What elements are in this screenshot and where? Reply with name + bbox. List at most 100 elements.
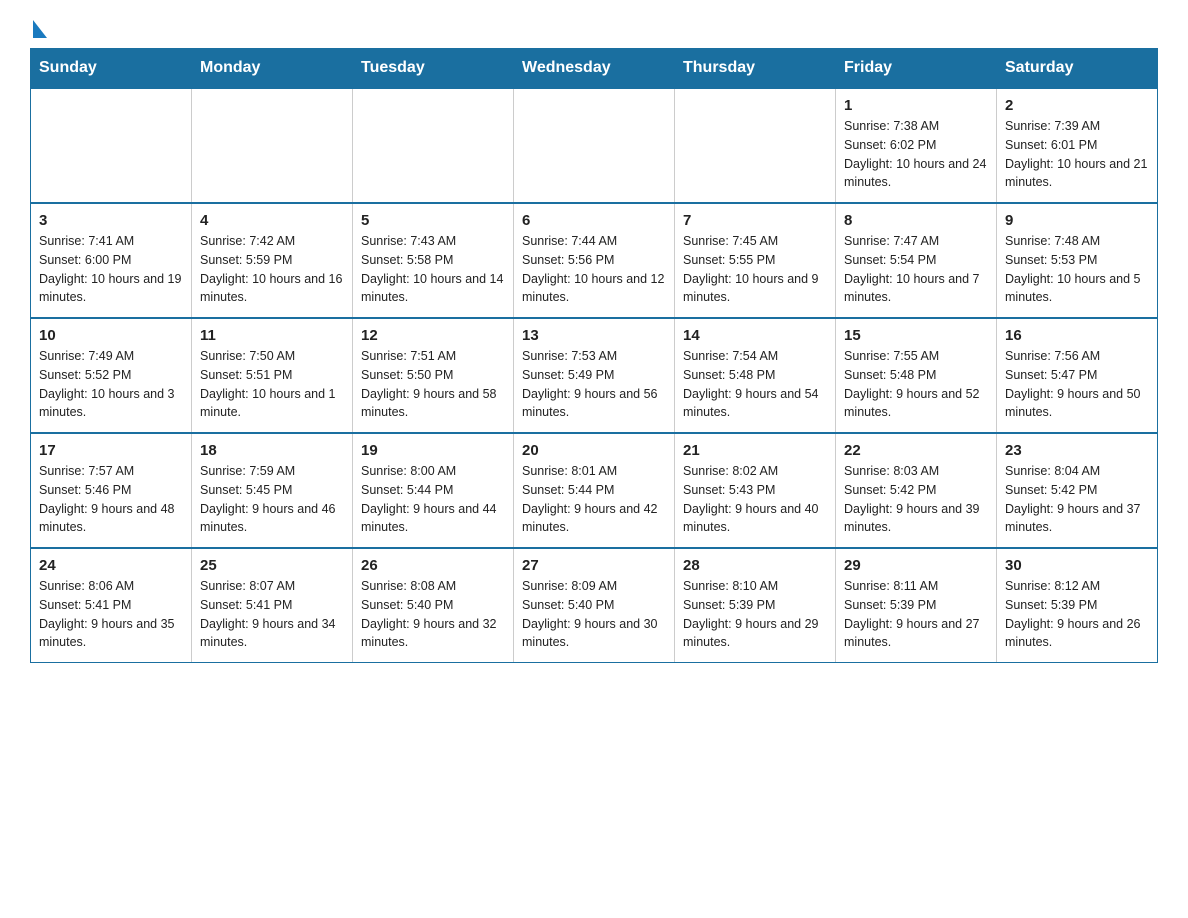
day-info: Sunrise: 7:57 AM Sunset: 5:46 PM Dayligh…	[39, 462, 183, 537]
day-number: 21	[683, 442, 827, 459]
day-info: Sunrise: 7:42 AM Sunset: 5:59 PM Dayligh…	[200, 232, 344, 307]
day-info: Sunrise: 7:59 AM Sunset: 5:45 PM Dayligh…	[200, 462, 344, 537]
calendar-header-saturday: Saturday	[997, 49, 1158, 89]
calendar-cell: 22 Sunrise: 8:03 AM Sunset: 5:42 PM Dayli…	[836, 433, 997, 548]
day-info: Sunrise: 7:47 AM Sunset: 5:54 PM Dayligh…	[844, 232, 988, 307]
day-number: 6	[522, 212, 666, 229]
day-info: Sunrise: 7:56 AM Sunset: 5:47 PM Dayligh…	[1005, 347, 1149, 422]
calendar-header-thursday: Thursday	[675, 49, 836, 89]
calendar-cell: 16 Sunrise: 7:56 AM Sunset: 5:47 PM Dayli…	[997, 318, 1158, 433]
calendar-cell: 3 Sunrise: 7:41 AM Sunset: 6:00 PM Daylig…	[31, 203, 192, 318]
calendar-cell: 27 Sunrise: 8:09 AM Sunset: 5:40 PM Dayli…	[514, 548, 675, 663]
day-info: Sunrise: 8:07 AM Sunset: 5:41 PM Dayligh…	[200, 577, 344, 652]
day-number: 20	[522, 442, 666, 459]
logo-triangle-icon	[33, 20, 47, 38]
day-number: 1	[844, 97, 988, 114]
day-number: 24	[39, 557, 183, 574]
calendar-cell: 29 Sunrise: 8:11 AM Sunset: 5:39 PM Dayli…	[836, 548, 997, 663]
calendar-week-1: 1 Sunrise: 7:38 AM Sunset: 6:02 PM Daylig…	[31, 88, 1158, 203]
day-number: 18	[200, 442, 344, 459]
logo	[30, 20, 58, 38]
day-number: 11	[200, 327, 344, 344]
day-number: 8	[844, 212, 988, 229]
page-header	[30, 20, 1158, 38]
day-info: Sunrise: 8:08 AM Sunset: 5:40 PM Dayligh…	[361, 577, 505, 652]
calendar-cell	[31, 88, 192, 203]
day-number: 23	[1005, 442, 1149, 459]
calendar-cell: 20Sunrise: 8:01 AM Sunset: 5:44 PM Dayli…	[514, 433, 675, 548]
calendar-cell: 6 Sunrise: 7:44 AM Sunset: 5:56 PM Daylig…	[514, 203, 675, 318]
calendar-cell: 19Sunrise: 8:00 AM Sunset: 5:44 PM Dayli…	[353, 433, 514, 548]
day-info: Sunrise: 7:50 AM Sunset: 5:51 PM Dayligh…	[200, 347, 344, 422]
calendar-cell: 7 Sunrise: 7:45 AM Sunset: 5:55 PM Daylig…	[675, 203, 836, 318]
calendar-header-tuesday: Tuesday	[353, 49, 514, 89]
day-number: 26	[361, 557, 505, 574]
day-number: 12	[361, 327, 505, 344]
calendar-cell	[353, 88, 514, 203]
calendar-cell: 13 Sunrise: 7:53 AM Sunset: 5:49 PM Dayli…	[514, 318, 675, 433]
day-info: Sunrise: 7:49 AM Sunset: 5:52 PM Dayligh…	[39, 347, 183, 422]
day-info: Sunrise: 7:54 AM Sunset: 5:48 PM Dayligh…	[683, 347, 827, 422]
calendar-week-5: 24 Sunrise: 8:06 AM Sunset: 5:41 PM Dayli…	[31, 548, 1158, 663]
day-info: Sunrise: 7:48 AM Sunset: 5:53 PM Dayligh…	[1005, 232, 1149, 307]
day-info: Sunrise: 8:12 AM Sunset: 5:39 PM Dayligh…	[1005, 577, 1149, 652]
day-number: 16	[1005, 327, 1149, 344]
day-info: Sunrise: 7:51 AM Sunset: 5:50 PM Dayligh…	[361, 347, 505, 422]
calendar-week-2: 3 Sunrise: 7:41 AM Sunset: 6:00 PM Daylig…	[31, 203, 1158, 318]
day-number: 28	[683, 557, 827, 574]
calendar-cell: 1 Sunrise: 7:38 AM Sunset: 6:02 PM Daylig…	[836, 88, 997, 203]
day-info: Sunrise: 7:43 AM Sunset: 5:58 PM Dayligh…	[361, 232, 505, 307]
day-number: 25	[200, 557, 344, 574]
day-info: Sunrise: 8:11 AM Sunset: 5:39 PM Dayligh…	[844, 577, 988, 652]
day-number: 17	[39, 442, 183, 459]
day-info: Sunrise: 7:53 AM Sunset: 5:49 PM Dayligh…	[522, 347, 666, 422]
calendar-week-4: 17 Sunrise: 7:57 AM Sunset: 5:46 PM Dayli…	[31, 433, 1158, 548]
day-info: Sunrise: 8:09 AM Sunset: 5:40 PM Dayligh…	[522, 577, 666, 652]
day-number: 5	[361, 212, 505, 229]
calendar-cell: 15 Sunrise: 7:55 AM Sunset: 5:48 PM Dayli…	[836, 318, 997, 433]
day-number: 10	[39, 327, 183, 344]
calendar-cell: 30 Sunrise: 8:12 AM Sunset: 5:39 PM Dayli…	[997, 548, 1158, 663]
calendar-cell	[514, 88, 675, 203]
calendar-cell: 5 Sunrise: 7:43 AM Sunset: 5:58 PM Daylig…	[353, 203, 514, 318]
calendar-cell: 28 Sunrise: 8:10 AM Sunset: 5:39 PM Dayli…	[675, 548, 836, 663]
day-number: 4	[200, 212, 344, 229]
day-number: 13	[522, 327, 666, 344]
day-number: 27	[522, 557, 666, 574]
day-number: 22	[844, 442, 988, 459]
calendar-week-3: 10 Sunrise: 7:49 AM Sunset: 5:52 PM Dayli…	[31, 318, 1158, 433]
calendar-cell: 17 Sunrise: 7:57 AM Sunset: 5:46 PM Dayli…	[31, 433, 192, 548]
calendar-cell: 18 Sunrise: 7:59 AM Sunset: 5:45 PM Dayli…	[192, 433, 353, 548]
calendar-cell: 24 Sunrise: 8:06 AM Sunset: 5:41 PM Dayli…	[31, 548, 192, 663]
calendar-cell: 26 Sunrise: 8:08 AM Sunset: 5:40 PM Dayli…	[353, 548, 514, 663]
calendar-cell: 9 Sunrise: 7:48 AM Sunset: 5:53 PM Daylig…	[997, 203, 1158, 318]
day-number: 30	[1005, 557, 1149, 574]
day-info: Sunrise: 8:06 AM Sunset: 5:41 PM Dayligh…	[39, 577, 183, 652]
day-info: Sunrise: 7:45 AM Sunset: 5:55 PM Dayligh…	[683, 232, 827, 307]
calendar-cell: 25 Sunrise: 8:07 AM Sunset: 5:41 PM Dayli…	[192, 548, 353, 663]
calendar-cell: 4 Sunrise: 7:42 AM Sunset: 5:59 PM Daylig…	[192, 203, 353, 318]
calendar-table: SundayMondayTuesdayWednesdayThursdayFrid…	[30, 48, 1158, 663]
day-number: 3	[39, 212, 183, 229]
day-info: Sunrise: 8:02 AM Sunset: 5:43 PM Dayligh…	[683, 462, 827, 537]
calendar-cell: 14 Sunrise: 7:54 AM Sunset: 5:48 PM Dayli…	[675, 318, 836, 433]
day-info: Sunrise: 7:38 AM Sunset: 6:02 PM Dayligh…	[844, 117, 988, 192]
day-number: 15	[844, 327, 988, 344]
calendar-cell	[675, 88, 836, 203]
day-info: Sunrise: 7:55 AM Sunset: 5:48 PM Dayligh…	[844, 347, 988, 422]
day-info: Sunrise: 8:04 AM Sunset: 5:42 PM Dayligh…	[1005, 462, 1149, 537]
day-info: Sunrise: 8:10 AM Sunset: 5:39 PM Dayligh…	[683, 577, 827, 652]
day-info: Sunrise: 7:44 AM Sunset: 5:56 PM Dayligh…	[522, 232, 666, 307]
day-info: Sunrise: 8:03 AM Sunset: 5:42 PM Dayligh…	[844, 462, 988, 537]
day-number: 29	[844, 557, 988, 574]
calendar-cell: 21 Sunrise: 8:02 AM Sunset: 5:43 PM Dayli…	[675, 433, 836, 548]
day-number: 2	[1005, 97, 1149, 114]
day-number: 9	[1005, 212, 1149, 229]
day-info: Sunrise: 8:00 AM Sunset: 5:44 PM Dayligh…	[361, 462, 505, 537]
day-number: 7	[683, 212, 827, 229]
calendar-header-row: SundayMondayTuesdayWednesdayThursdayFrid…	[31, 49, 1158, 89]
calendar-cell: 10 Sunrise: 7:49 AM Sunset: 5:52 PM Dayli…	[31, 318, 192, 433]
calendar-header-friday: Friday	[836, 49, 997, 89]
day-number: 14	[683, 327, 827, 344]
day-info: Sunrise: 7:41 AM Sunset: 6:00 PM Dayligh…	[39, 232, 183, 307]
